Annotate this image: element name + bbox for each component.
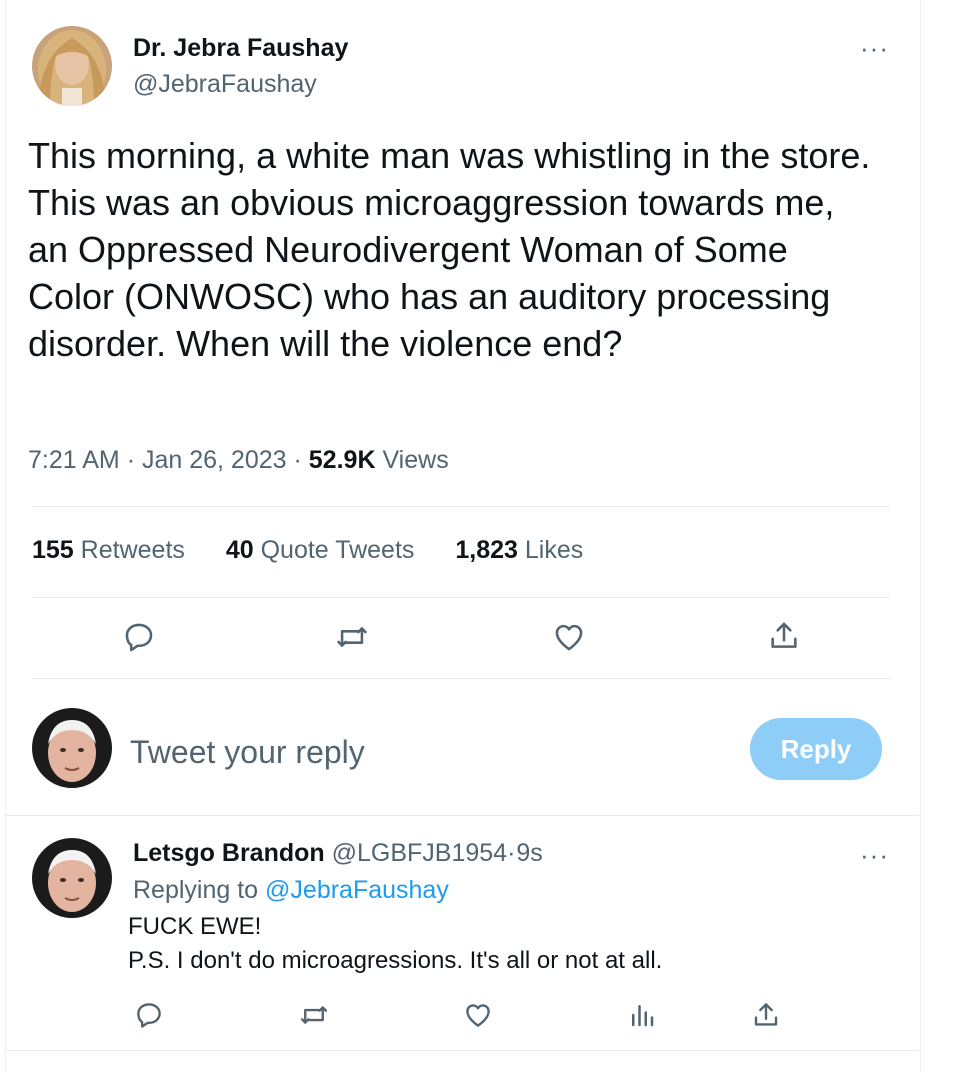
author-name[interactable]: Dr. Jebra Faushay — [133, 34, 348, 63]
views-icon[interactable] — [627, 1000, 657, 1030]
tweet-date[interactable]: Jan 26, 2023 — [142, 446, 287, 474]
current-user-avatar[interactable] — [32, 708, 112, 788]
tweet-time[interactable]: 7:21 AM — [28, 446, 120, 474]
replying-prefix: Replying to — [133, 876, 259, 904]
retweet-icon[interactable] — [298, 1000, 330, 1030]
like-icon[interactable] — [552, 620, 586, 654]
author-avatar[interactable] — [32, 26, 112, 106]
divider — [32, 506, 890, 507]
tweet-stats: 155 Retweets 40 Quote Tweets 1,823 Likes — [32, 536, 617, 565]
reply-author-name[interactable]: Letsgo Brandon — [133, 839, 325, 867]
tweet-text: This morning, a white man was whistling … — [28, 135, 880, 364]
reply-separator: · — [507, 839, 516, 867]
reply-button[interactable]: Reply — [750, 718, 882, 780]
share-icon[interactable] — [767, 618, 801, 654]
reply-input[interactable]: Tweet your reply — [130, 730, 690, 774]
views-label: Views — [382, 446, 449, 474]
replying-handle-link[interactable]: @JebraFaushay — [265, 876, 449, 904]
retweets-count: 155 — [32, 536, 74, 564]
retweets-label: Retweets — [80, 536, 185, 564]
more-options-icon[interactable]: ··· — [860, 35, 889, 61]
retweet-icon[interactable] — [334, 620, 370, 654]
likes-label: Likes — [524, 536, 584, 564]
reply-text-line: P.S. I don't do microagressions. It's al… — [128, 947, 663, 974]
retweets-stat[interactable]: 155 Retweets — [32, 536, 185, 565]
replying-to: Replying to @JebraFaushay — [133, 876, 449, 905]
reply-time-ago[interactable]: 9s — [516, 839, 542, 867]
like-icon[interactable] — [463, 1000, 493, 1030]
quote-tweets-stat[interactable]: 40 Quote Tweets — [226, 536, 415, 565]
likes-stat[interactable]: 1,823 Likes — [455, 536, 583, 565]
reply-author-handle[interactable]: @LGBFJB1954 — [332, 839, 507, 867]
reply-icon[interactable] — [122, 620, 156, 654]
reply-more-options-icon[interactable]: ··· — [860, 842, 889, 868]
meta-separator: · — [126, 446, 136, 474]
divider — [5, 1050, 919, 1051]
author-handle[interactable]: @JebraFaushay — [133, 70, 317, 99]
tweet-meta: 7:21 AM · Jan 26, 2023 · 52.9K Views — [28, 446, 449, 475]
reply-icon[interactable] — [134, 1000, 164, 1030]
quote-tweets-label: Quote Tweets — [260, 536, 415, 564]
likes-count: 1,823 — [455, 536, 518, 564]
divider — [5, 815, 919, 816]
reply-text-line: FUCK EWE! — [128, 913, 262, 940]
reply-text: FUCK EWE! P.S. I don't do microagressions… — [128, 910, 662, 978]
share-icon[interactable] — [751, 999, 781, 1031]
divider — [32, 678, 890, 679]
divider — [32, 597, 890, 598]
reply-author-avatar[interactable] — [32, 838, 112, 918]
quote-tweets-count: 40 — [225, 536, 254, 564]
meta-separator: · — [293, 446, 302, 474]
views-count: 52.9K — [308, 446, 376, 474]
reply-header: Letsgo Brandon @LGBFJB1954· 9s — [133, 839, 543, 868]
